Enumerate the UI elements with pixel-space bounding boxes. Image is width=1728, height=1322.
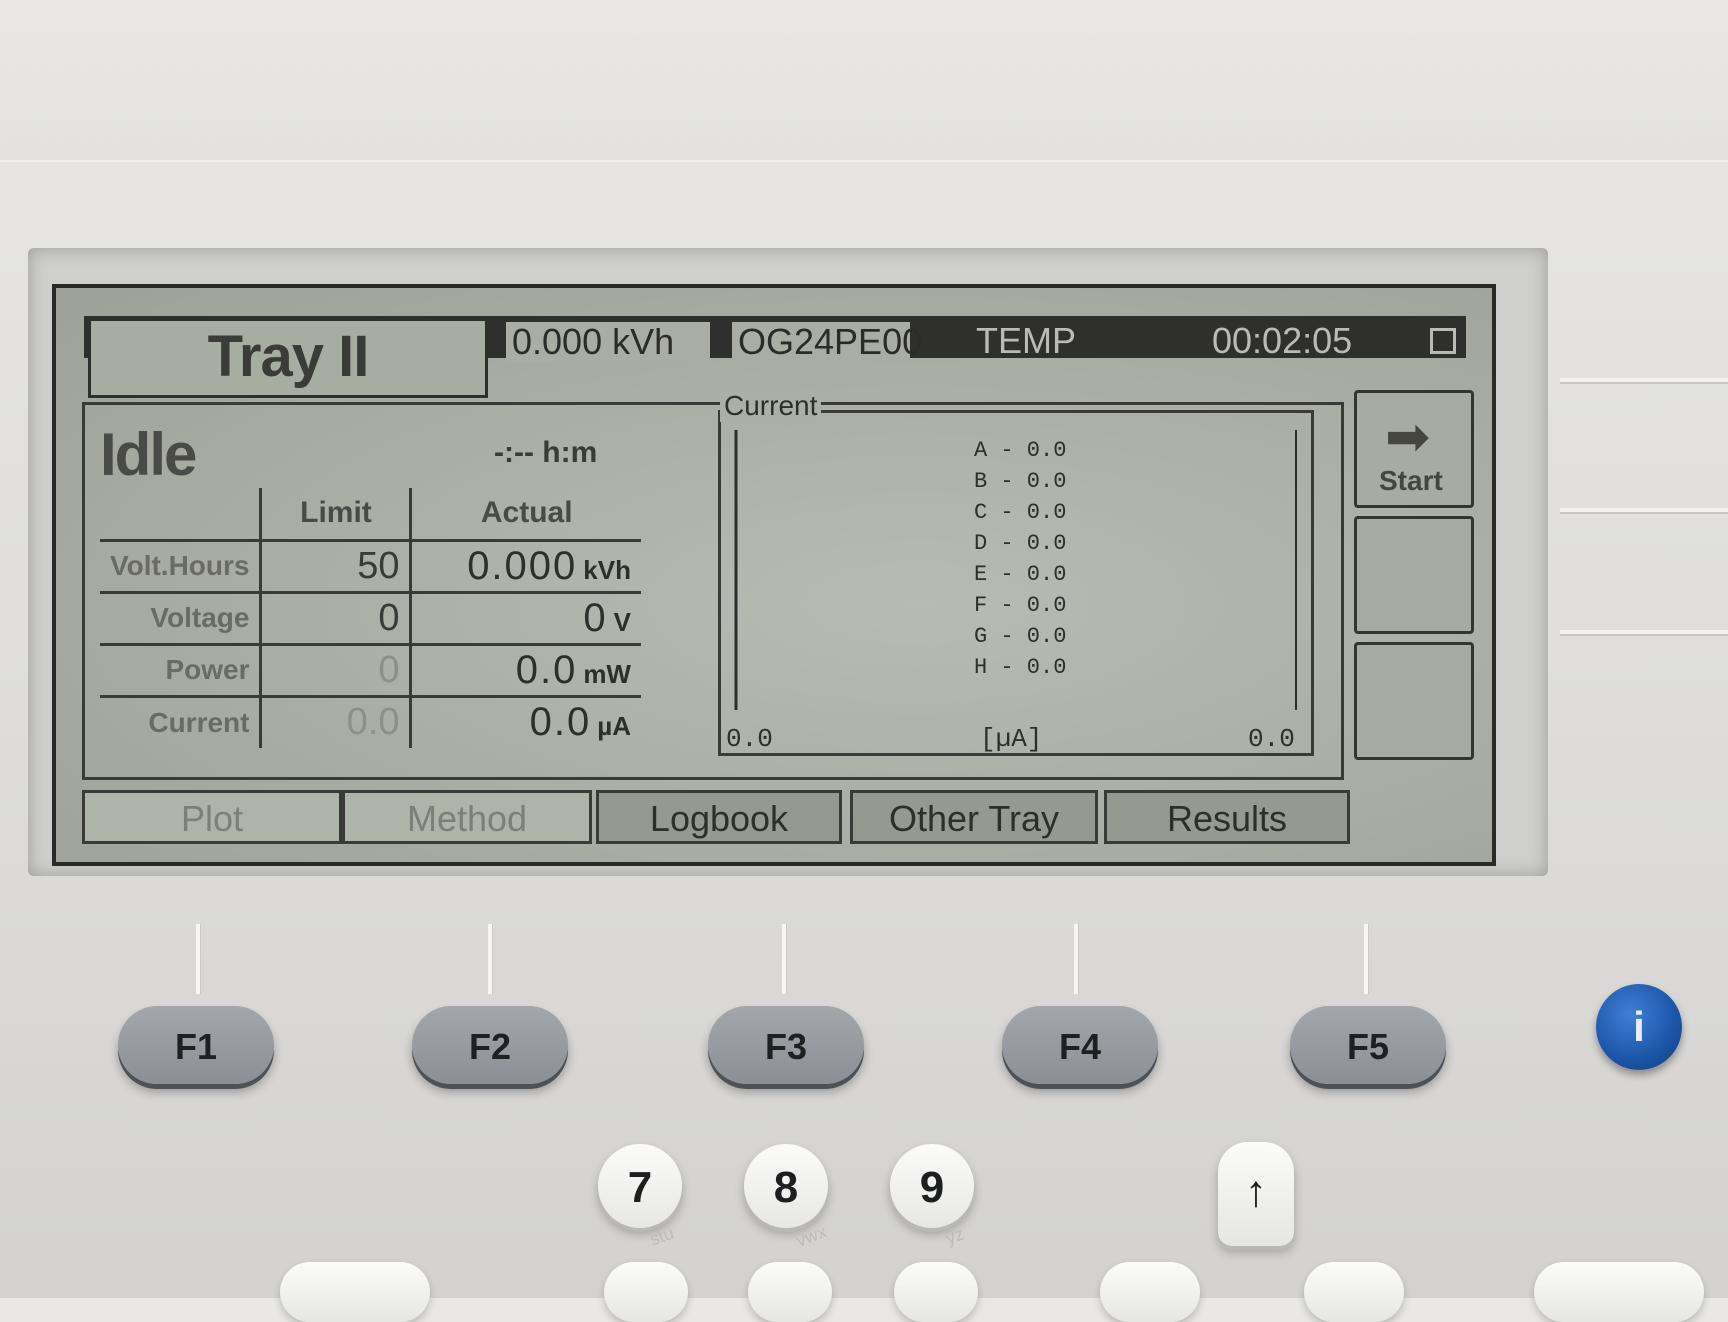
chart-unit-label: [µA] [980,724,1042,754]
status-label: Idle [100,421,197,488]
current-chart: A - 0.0 B - 0.0 C - 0.0 D - 0.0 E - 0.0 F - 0… [726,430,1297,754]
info-key[interactable]: i [1596,984,1682,1070]
channel-labels: A - 0.0 B - 0.0 C - 0.0 D - 0.0 E - 0.0 F - 0… [974,438,1066,680]
tray-title: Tray II [88,318,488,398]
f4-indicator-line [1074,924,1078,994]
table-header: Actual [409,488,641,542]
f2-key[interactable]: F2 [412,1006,568,1084]
temp-label: TEMP [976,320,1077,361]
channel-label: G - 0.0 [974,624,1066,649]
table-header [100,488,263,542]
channel-label: C - 0.0 [974,500,1066,525]
table-row: Voltage 0 0V [100,590,641,646]
chart-right-value: 0.0 [1248,724,1295,754]
bottom-key-partial[interactable] [748,1262,832,1322]
right-arrow-icon: ➡ [1385,407,1431,467]
volt-hours-readout: 0.000 kVh [506,322,710,362]
bezel-groove [1560,508,1728,512]
blank-softkey-3[interactable] [1354,642,1474,760]
table-row: Volt.Hours 50 0.000 kVh [100,538,641,594]
row-label: Volt.Hours [100,538,263,594]
limit-value: 0 [259,590,413,646]
bezel-groove [1560,378,1728,382]
bottom-key-partial[interactable] [894,1262,978,1322]
limit-value: 0 [259,642,413,698]
key-7[interactable]: 7 [598,1144,682,1228]
f5-key[interactable]: F5 [1290,1006,1446,1084]
bottom-key-partial[interactable] [604,1262,688,1322]
enter-key[interactable] [1534,1262,1704,1322]
tab-logbook[interactable]: Logbook [596,790,842,844]
actual-value: 0V [409,590,641,646]
row-label: Power [100,642,263,698]
f4-key[interactable]: F4 [1002,1006,1158,1084]
actual-value: 0.000 kVh [409,538,641,594]
row-label: Current [100,694,263,748]
channel-label: A - 0.0 [974,438,1066,463]
arrow-right-key[interactable] [1304,1262,1404,1322]
actual-value: 0.0 mW [409,642,641,698]
tab-results[interactable]: Results [1104,790,1350,844]
f1-indicator-line [196,924,200,994]
channel-label: D - 0.0 [974,531,1066,556]
start-label: Start [1379,465,1443,496]
tab-plot[interactable]: Plot [82,790,342,844]
table-row: Current 0.0 0.0 µA [100,694,641,748]
start-softkey[interactable]: ➡ Start [1354,390,1474,508]
f1-key[interactable]: F1 [118,1006,274,1084]
chart-left-value: 0.0 [726,724,773,754]
elapsed-time: -:-- h:m [494,436,598,469]
lcd-display: Tray II 0.000 kVh OG24PE00 TEMP 00:02:05… [52,284,1496,866]
bottom-key-partial[interactable] [280,1262,430,1322]
f3-indicator-line [782,924,786,994]
channel-label: B - 0.0 [974,469,1066,494]
table-row: Power 0 0.0 mW [100,642,641,698]
chart-title: Current [720,390,822,422]
row-label: Voltage [100,590,263,646]
actual-value: 0.0 µA [409,694,641,748]
arrow-up-key[interactable]: ↑ [1218,1142,1294,1246]
table-header: Limit [259,488,413,542]
method-id: OG24PE00 [732,322,922,362]
blank-softkey-2[interactable] [1354,516,1474,634]
tab-method[interactable]: Method [342,790,592,844]
channel-label: F - 0.0 [974,593,1066,618]
table-header-row: Limit Actual [100,488,641,542]
f3-key[interactable]: F3 [708,1006,864,1084]
limit-value: 50 [259,538,413,594]
key-8[interactable]: 8 [744,1144,828,1228]
bezel-groove [1560,630,1728,634]
tab-other-tray[interactable]: Other Tray [850,790,1098,844]
f2-indicator-line [488,924,492,994]
arrow-left-key[interactable] [1100,1262,1200,1322]
channel-label: E - 0.0 [974,562,1066,587]
channel-label: H - 0.0 [974,655,1066,680]
f5-indicator-line [1364,924,1368,994]
checkbox-icon [1430,328,1456,354]
key-9[interactable]: 9 [890,1144,974,1228]
limit-value: 0.0 [259,694,413,748]
run-timer: 00:02:05 [1212,320,1353,361]
parameter-table: Limit Actual Volt.Hours 50 0.000 kVh Volt… [100,488,641,748]
